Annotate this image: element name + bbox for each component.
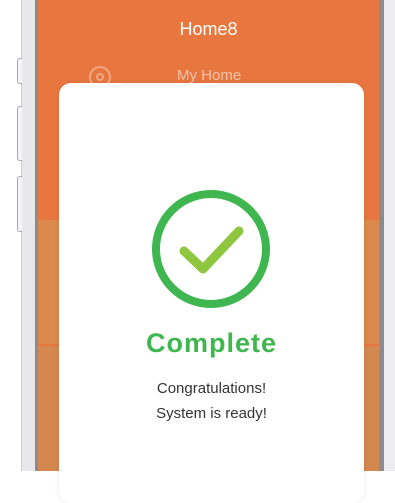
dialog-message-line2: System is ready!: [156, 405, 267, 422]
dialog-title: Complete: [145, 328, 278, 358]
completion-dialog: Complete Congratulations! System is read…: [59, 83, 364, 503]
checkmark-circle-icon: [151, 189, 271, 309]
home-nav-label[interactable]: My Home: [177, 67, 241, 84]
volume-up-button: [17, 106, 22, 161]
dialog-message-line1: Congratulations!: [156, 380, 267, 397]
phone-side-right: [384, 0, 395, 471]
volume-down-button: [17, 176, 22, 232]
app-title: Home8: [179, 19, 238, 39]
mute-switch: [17, 58, 22, 84]
